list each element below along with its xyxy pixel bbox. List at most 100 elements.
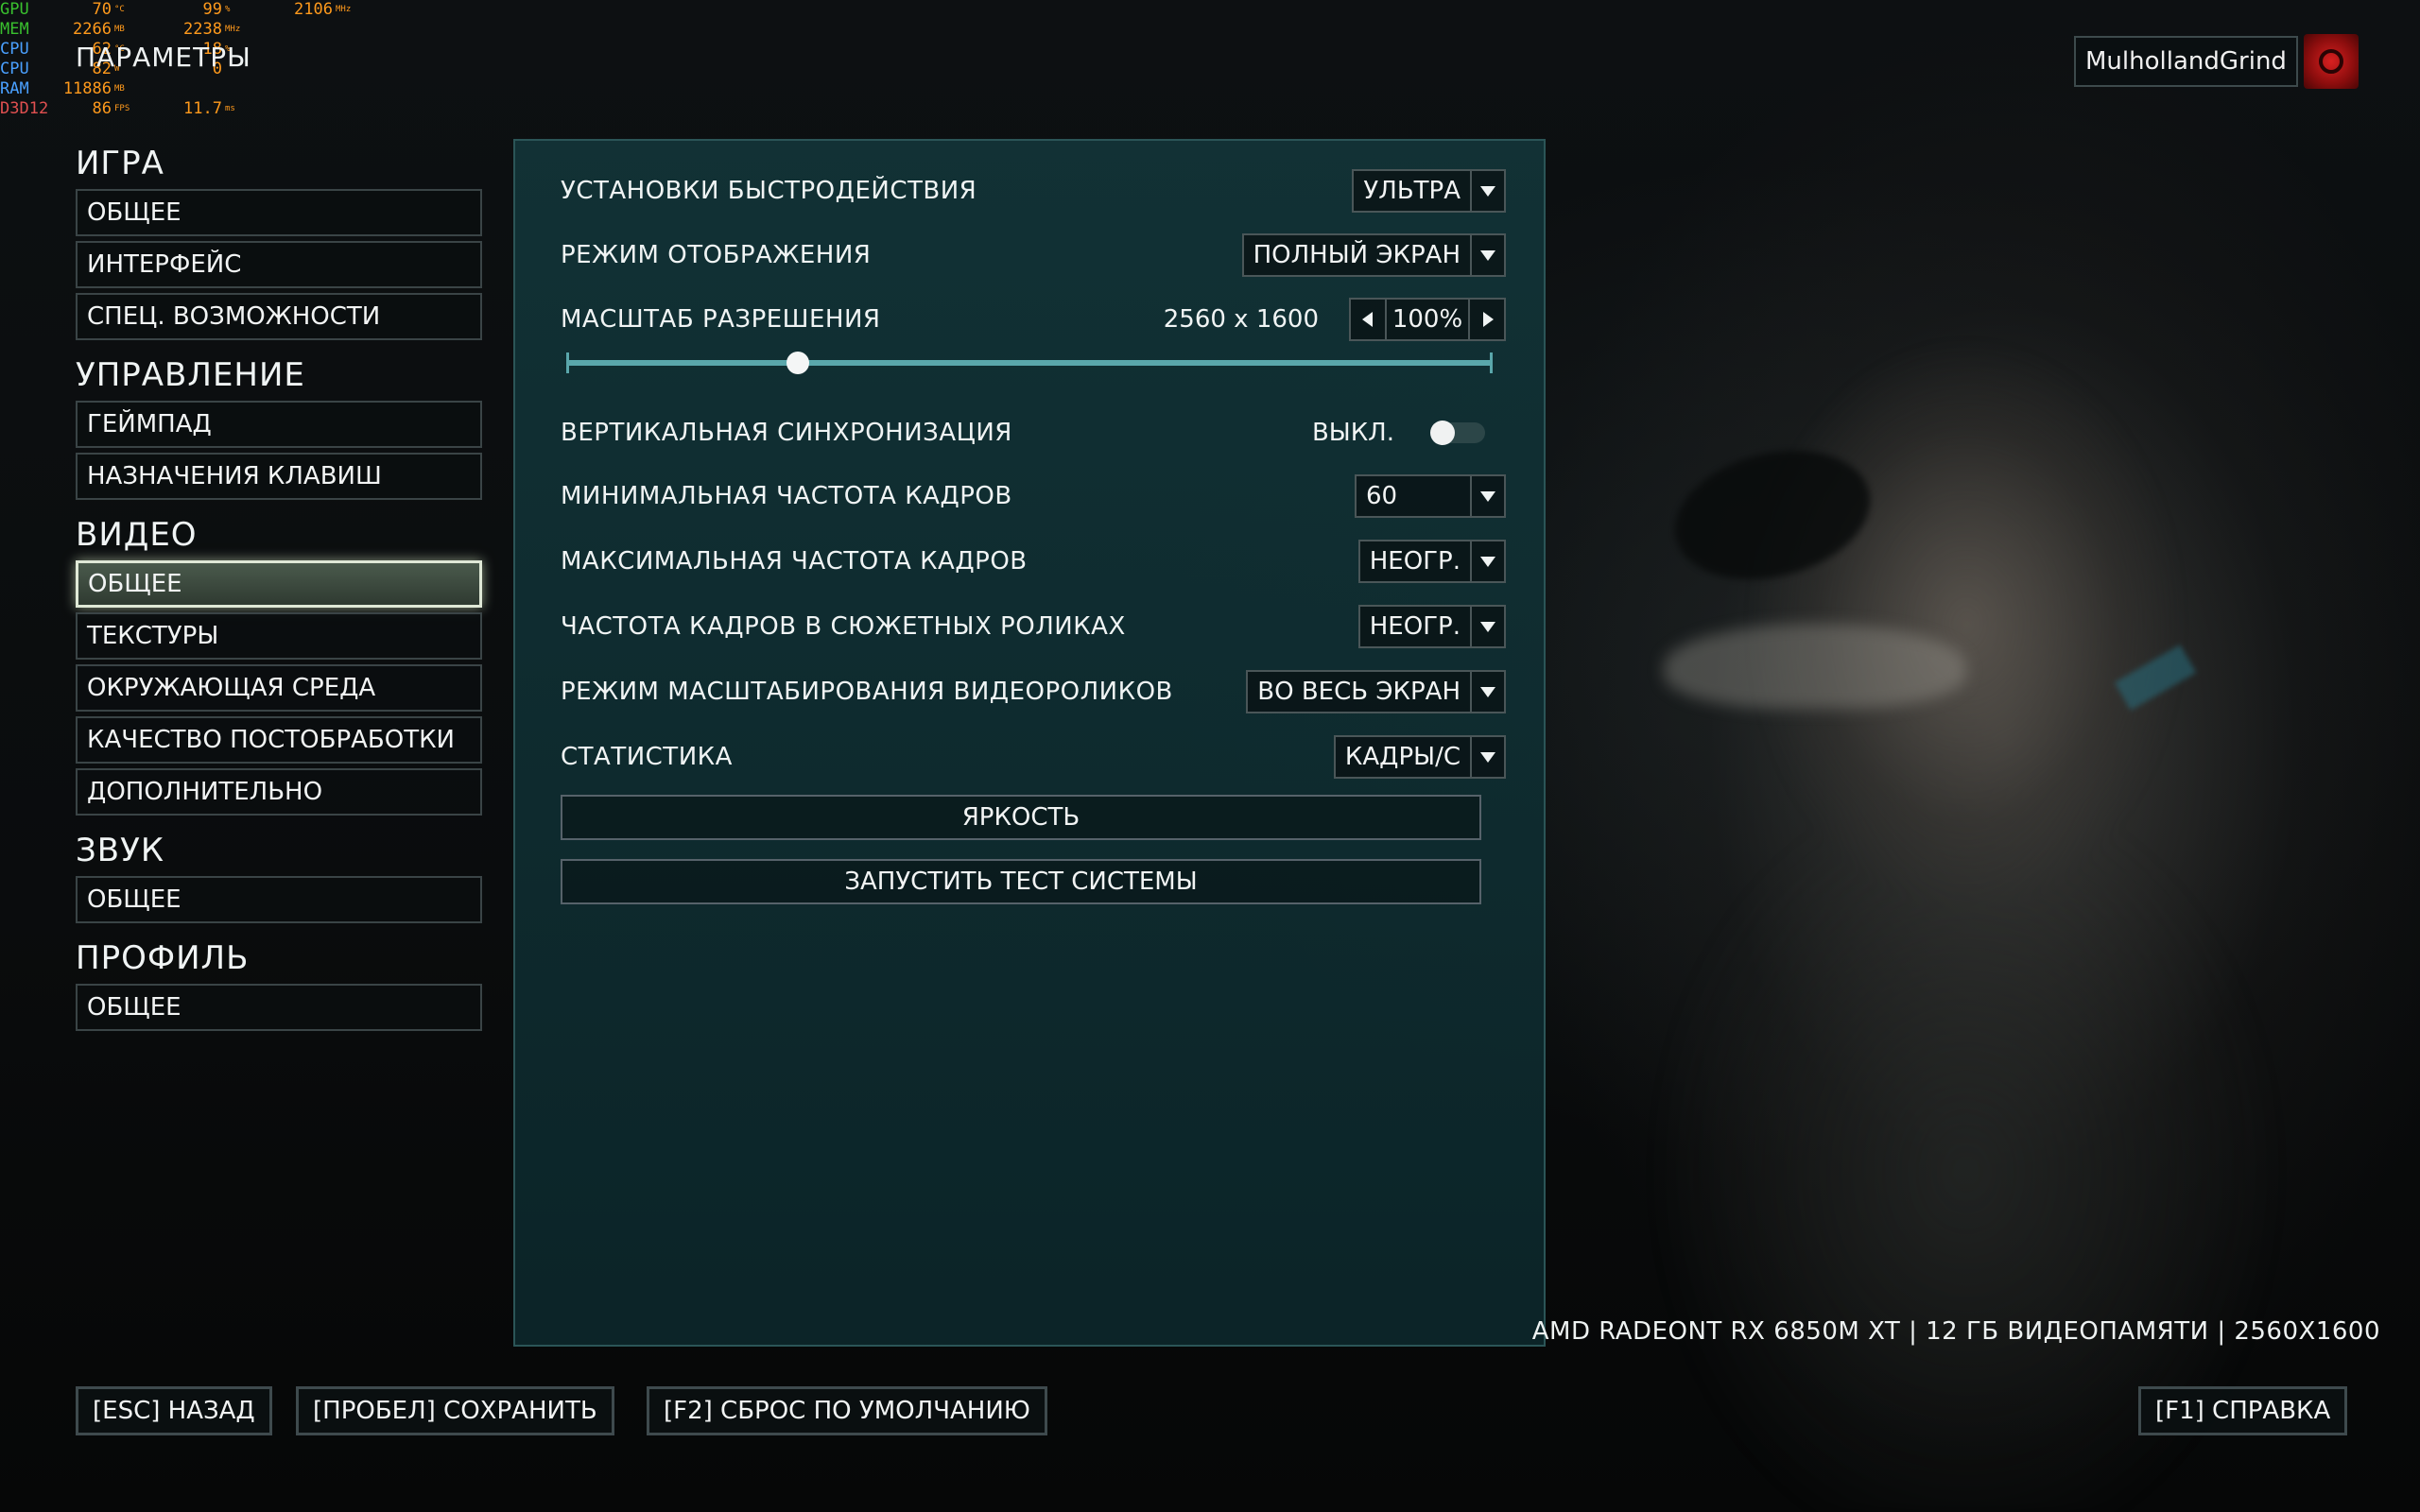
overlay-value (270, 60, 333, 79)
row-display-mode: РЕЖИМ ОТОБРАЖЕНИЯ ПОЛНЫЙ ЭКРАН (561, 232, 1506, 279)
gears-cog-emblem-icon (2303, 34, 2359, 89)
max-fps-value[interactable]: НЕОГР. (1357, 540, 1472, 583)
gpu-info: AMD RADEONT RX 6850M XT | 12 ГБ ВИДЕОПАМ… (1531, 1317, 2380, 1346)
nav-section-title: УПРАВЛЕНИЕ (76, 356, 305, 394)
overlay-value (270, 99, 333, 119)
overlay-label: CPU (0, 40, 29, 59)
overlay-value: 2238 (183, 20, 222, 39)
user-badge[interactable]: MulhollandGrind (2074, 34, 2359, 89)
display-mode-dropdown[interactable]: ПОЛНЫЙ ЭКРАН (1241, 233, 1506, 277)
max-fps-dropdown[interactable]: НЕОГР. (1357, 540, 1506, 583)
resolution-readout: 2560 x 1600 (1163, 305, 1319, 334)
performance-preset-dropdown[interactable]: УЛЬТРА (1352, 169, 1506, 213)
overlay-value: 86 (92, 99, 112, 118)
reset-defaults-button[interactable]: [F2] СБРОС ПО УМОЛЧАНИЮ (647, 1386, 1047, 1435)
nav-item[interactable]: ИНТЕРФЕЙС (76, 241, 482, 288)
overlay-value (270, 40, 333, 60)
nav-item[interactable]: ГЕЙМПАД (76, 401, 482, 448)
nav-item[interactable]: КАЧЕСТВО ПОСТОБРАБОТКИ (76, 716, 482, 764)
nav-item[interactable]: ТЕКСТУРЫ (76, 612, 482, 660)
overlay-label: D3D12 (0, 99, 49, 118)
row-statistics: СТАТИСТИКА КАДРЫ/С (561, 733, 1506, 781)
display-mode-label: РЕЖИМ ОТОБРАЖЕНИЯ (561, 241, 872, 269)
chevron-down-icon[interactable] (1472, 169, 1506, 213)
overlay-row: MEM 2266 MB 2238 MHz (0, 20, 381, 40)
resolution-scale-stepper[interactable]: 100% (1349, 298, 1506, 341)
nav-item[interactable]: ДОПОЛНИТЕЛЬНО (76, 768, 482, 816)
nav-item[interactable]: НАЗНАЧЕНИЯ КЛАВИШ (76, 453, 482, 500)
nav-section: ЗВУК ОБЩЕЕ (76, 829, 482, 923)
overlay-value: 70 (92, 0, 112, 19)
nav-item[interactable]: ОБЩЕЕ (76, 984, 482, 1031)
overlay-unit (225, 79, 270, 99)
statistics-label: СТАТИСТИКА (561, 743, 733, 771)
arrow-left-icon[interactable] (1349, 298, 1387, 341)
overlay-unit (336, 40, 381, 60)
run-benchmark-button[interactable]: ЗАПУСТИТЬ ТЕСТ СИСТЕМЫ (561, 859, 1481, 904)
resolution-scale-value: 100% (1387, 298, 1468, 341)
background-mustache (1664, 624, 1966, 709)
resolution-scale-slider[interactable] (566, 352, 1493, 374)
nav-section-title: ВИДЕО (76, 516, 198, 554)
cutscene-scaling-dropdown[interactable]: ВО ВЕСЬ ЭКРАН (1246, 670, 1506, 713)
slider-thumb[interactable] (786, 352, 809, 374)
username: MulhollandGrind (2074, 36, 2298, 87)
brightness-button[interactable]: ЯРКОСТЬ (561, 795, 1481, 840)
chevron-down-icon[interactable] (1472, 233, 1506, 277)
arrow-right-icon[interactable] (1468, 298, 1506, 341)
nav-section: ВИДЕО ОБЩЕЕ ТЕКСТУРЫ ОКРУЖАЮЩАЯ СРЕДА КАЧЕСТ… (76, 513, 482, 816)
overlay-unit: MHz (225, 25, 241, 34)
row-cutscene-fps: ЧАСТОТА КАДРОВ В СЮЖЕТНЫХ РОЛИКАХ НЕОГР. (561, 603, 1506, 650)
min-fps-dropdown[interactable]: 60 (1355, 474, 1506, 518)
row-performance-preset: УСТАНОВКИ БЫСТРОДЕЙСТВИЯ УЛЬТРА (561, 167, 1506, 215)
performance-preset-label: УСТАНОВКИ БЫСТРОДЕЙСТВИЯ (561, 177, 977, 205)
performance-preset-value[interactable]: УЛЬТРА (1352, 169, 1472, 213)
chevron-down-icon[interactable] (1472, 735, 1506, 779)
slider-end-tick (1490, 352, 1493, 373)
row-resolution-scale: МАСШТАБ РАЗРЕШЕНИЯ 2560 x 1600 100% (561, 296, 1506, 343)
statistics-dropdown[interactable]: КАДРЫ/С (1333, 735, 1506, 779)
nav-section: ИГРА ОБЩЕЕ ИНТЕРФЕЙС СПЕЦ. ВОЗМОЖНОСТИ (76, 142, 482, 340)
min-fps-value[interactable]: 60 (1355, 474, 1472, 518)
overlay-unit (336, 60, 381, 79)
display-mode-value[interactable]: ПОЛНЫЙ ЭКРАН (1241, 233, 1472, 277)
overlay-unit: MB (114, 25, 125, 34)
nav-section: УПРАВЛЕНИЕ ГЕЙМПАД НАЗНАЧЕНИЯ КЛАВИШ (76, 353, 482, 500)
nav-item[interactable]: ОБЩЕЕ (76, 876, 482, 923)
toggle-knob (1430, 421, 1455, 445)
overlay-value: 2266 (73, 20, 112, 39)
help-button[interactable]: [F1] СПРАВКА (2138, 1386, 2348, 1435)
chevron-down-icon[interactable] (1472, 670, 1506, 713)
chevron-down-icon[interactable] (1472, 605, 1506, 648)
statistics-value[interactable]: КАДРЫ/С (1333, 735, 1472, 779)
save-button[interactable]: [ПРОБЕЛ] СОХРАНИТЬ (296, 1386, 614, 1435)
chevron-down-icon[interactable] (1472, 540, 1506, 583)
overlay-unit: °C (114, 5, 125, 14)
back-button[interactable]: [ESC] НАЗАД (76, 1386, 272, 1435)
cutscene-fps-dropdown[interactable]: НЕОГР. (1357, 605, 1506, 648)
overlay-unit: FPS (114, 104, 130, 113)
nav-item[interactable]: СПЕЦ. ВОЗМОЖНОСТИ (76, 293, 482, 340)
nav-item[interactable]: ОБЩЕЕ (76, 189, 482, 236)
settings-panel: УСТАНОВКИ БЫСТРОДЕЙСТВИЯ УЛЬТРА РЕЖИМ ОТ… (513, 139, 1546, 1347)
overlay-value: 2106 (294, 0, 333, 19)
row-vsync: ВЕРТИКАЛЬНАЯ СИНХРОНИЗАЦИЯ ВЫКЛ. (561, 409, 1506, 456)
cutscene-fps-value[interactable]: НЕОГР. (1357, 605, 1472, 648)
vsync-toggle[interactable] (1430, 421, 1485, 445)
overlay-unit (336, 20, 381, 40)
nav-section-title: ЗВУК (76, 832, 164, 869)
overlay-value: 99 (202, 0, 222, 19)
cutscene-scaling-value[interactable]: ВО ВЕСЬ ЭКРАН (1246, 670, 1472, 713)
nav-item[interactable]: ОКРУЖАЮЩАЯ СРЕДА (76, 664, 482, 712)
overlay-row: RAM 11886 MB (0, 79, 381, 99)
overlay-row: D3D12 86 FPS 11.7 ms (0, 99, 381, 119)
overlay-label: RAM (0, 79, 29, 98)
chevron-down-icon[interactable] (1472, 474, 1506, 518)
overlay-unit: ms (225, 104, 235, 113)
overlay-label: MEM (0, 20, 29, 39)
overlay-unit (336, 99, 381, 119)
cutscene-scaling-label: РЕЖИМ МАСШТАБИРОВАНИЯ ВИДЕОРОЛИКОВ (561, 678, 1173, 706)
nav-item[interactable]: ОБЩЕЕ (76, 560, 482, 608)
cutscene-fps-label: ЧАСТОТА КАДРОВ В СЮЖЕТНЫХ РОЛИКАХ (561, 612, 1126, 641)
overlay-value (270, 79, 333, 99)
